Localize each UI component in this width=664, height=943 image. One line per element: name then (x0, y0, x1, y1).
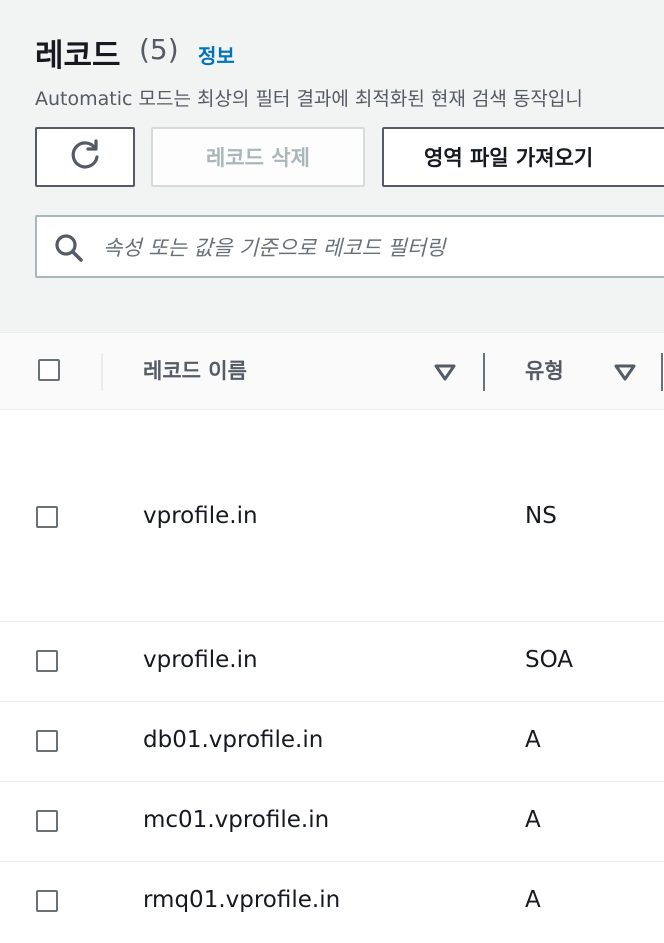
row-checkbox[interactable] (36, 810, 58, 832)
search-mode-description: Automatic 모드는 최상의 필터 결과에 최적화된 현재 검색 동작입니 (35, 88, 583, 110)
delete-record-label: 레코드 삭제 (206, 146, 310, 170)
row-checkbox[interactable] (36, 650, 58, 672)
record-type-cell: SOA (525, 647, 574, 673)
table-row[interactable]: rmq01.vprofile.in A (0, 862, 664, 943)
record-name-cell[interactable]: vprofile.in (143, 503, 258, 529)
record-name-cell[interactable]: vprofile.in (143, 647, 258, 673)
record-type-cell: NS (525, 503, 557, 529)
sort-type-icon[interactable] (613, 363, 637, 387)
record-type-cell: A (525, 727, 541, 753)
column-header-type[interactable]: 유형 (525, 355, 564, 385)
column-resize-handle[interactable] (661, 353, 663, 391)
record-type-cell: A (525, 887, 541, 913)
row-checkbox[interactable] (36, 730, 58, 752)
table-header: 레코드 이름 유형 (0, 332, 664, 410)
table-row[interactable]: mc01.vprofile.in A (0, 782, 664, 862)
record-name-cell[interactable]: db01.vprofile.in (143, 727, 323, 753)
record-count: (5) (139, 33, 179, 66)
refresh-icon (67, 137, 103, 178)
column-divider (101, 353, 103, 391)
sort-record-name-icon[interactable] (433, 363, 457, 387)
page-title: 레코드 (35, 38, 121, 74)
table-row[interactable]: db01.vprofile.in A (0, 702, 664, 782)
records-panel-header: 레코드 (5) 정보 Automatic 모드는 최상의 필터 결과에 최적화된… (0, 0, 664, 332)
record-name-cell[interactable]: mc01.vprofile.in (143, 807, 329, 833)
refresh-button[interactable] (35, 127, 135, 187)
column-header-record-name[interactable]: 레코드 이름 (143, 355, 247, 385)
info-link[interactable]: 정보 (198, 40, 235, 69)
delete-record-button[interactable]: 레코드 삭제 (151, 127, 365, 187)
column-resize-handle[interactable] (483, 353, 485, 391)
import-zone-file-button[interactable]: 영역 파일 가져오기 (382, 127, 664, 187)
table-row[interactable]: vprofile.in SOA (0, 622, 664, 702)
row-checkbox[interactable] (36, 506, 58, 528)
select-all-checkbox[interactable] (38, 359, 60, 381)
record-name-cell[interactable]: rmq01.vprofile.in (143, 887, 340, 913)
search-input[interactable] (101, 217, 664, 278)
record-type-cell: A (525, 807, 541, 833)
import-zone-file-label: 영역 파일 가져오기 (424, 146, 594, 170)
row-checkbox[interactable] (36, 890, 58, 912)
search-box[interactable] (35, 215, 664, 278)
search-icon (53, 232, 85, 268)
table-row[interactable]: vprofile.in NS (0, 410, 664, 622)
